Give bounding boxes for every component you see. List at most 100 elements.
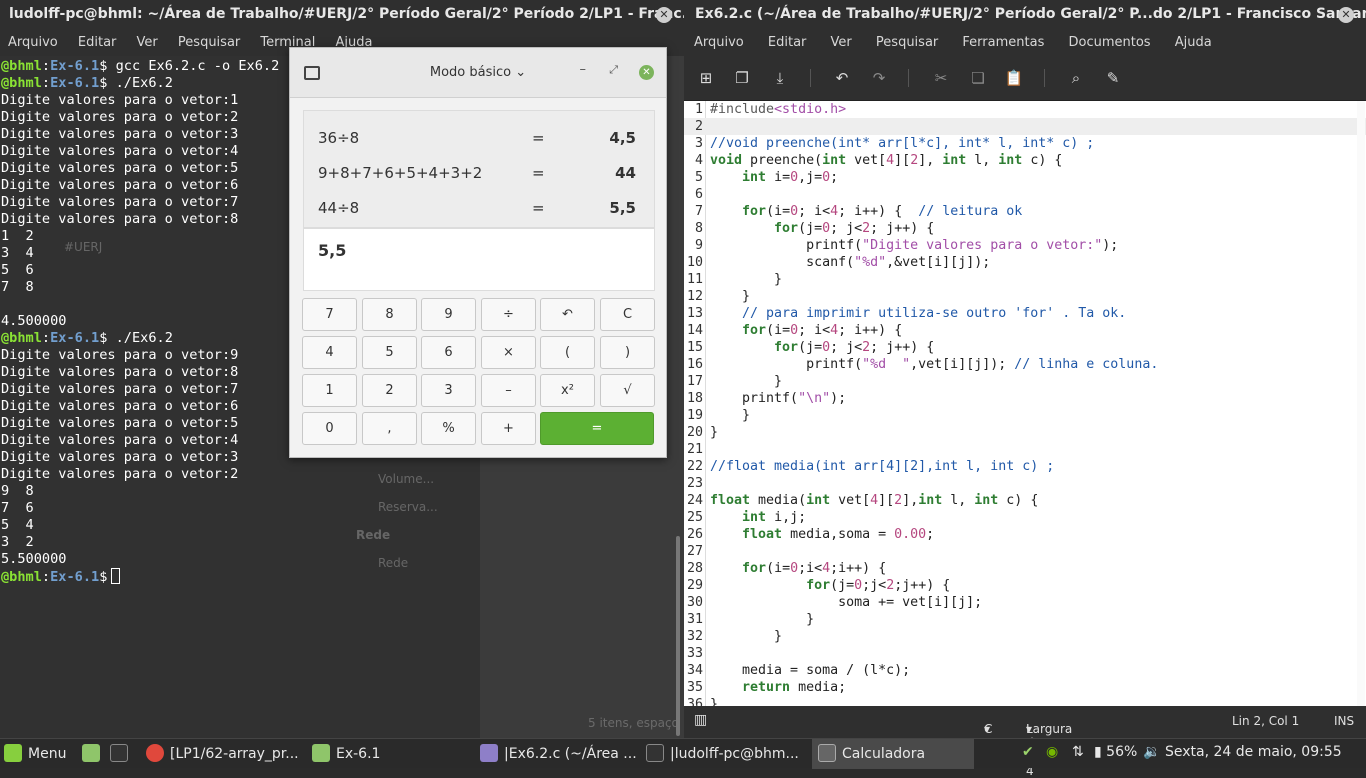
square-key[interactable]: x² [540, 374, 595, 407]
terminal-scrollbar[interactable] [676, 536, 680, 736]
percent-key[interactable]: % [421, 412, 476, 445]
task-calculator[interactable]: Calculadora [812, 739, 974, 769]
code-line[interactable]: 24 float media(int vet[4][2],int l, int c… [684, 492, 1366, 509]
code-line[interactable]: 14 for(i=0; i<4; i++) { [684, 322, 1366, 339]
code-line[interactable]: 31 } [684, 611, 1366, 628]
editor-menu-editar[interactable]: Editar [768, 35, 807, 50]
digit-9-key[interactable]: 9 [421, 298, 476, 331]
digit-0-key[interactable]: 0 [302, 412, 357, 445]
files-launcher[interactable] [82, 739, 106, 769]
editor-menu-pesquisar[interactable]: Pesquisar [876, 35, 938, 50]
code-line[interactable]: 21 [684, 441, 1366, 458]
task-browser[interactable]: [LP1/62-array_pr... [146, 739, 306, 769]
digit-1-key[interactable]: 1 [302, 374, 357, 407]
code-line[interactable]: 10 scanf("%d",&vet[i][j]); [684, 254, 1366, 271]
editor-menu-documentos[interactable]: Documentos [1068, 35, 1150, 50]
multiply-key[interactable]: × [481, 336, 536, 369]
redo-icon[interactable]: ↷ [869, 68, 889, 88]
code-line[interactable]: 30 soma += vet[i][j]; [684, 594, 1366, 611]
copy-icon[interactable]: ❏ [968, 68, 988, 88]
open-document-icon[interactable]: ❐ [732, 68, 752, 88]
code-line[interactable]: 18 printf("\n"); [684, 390, 1366, 407]
task-text-editor[interactable]: |Ex6.2.c (~/Área ... [480, 739, 640, 769]
code-line[interactable]: 35 return media; [684, 679, 1366, 696]
task-file-manager[interactable]: Ex-6.1 [312, 739, 472, 769]
replace-icon[interactable]: ✎ [1103, 68, 1123, 88]
subtract-key[interactable]: – [481, 374, 536, 407]
digit-4-key[interactable]: 4 [302, 336, 357, 369]
code-line[interactable]: 17 } [684, 373, 1366, 390]
terminal-menu-arquivo[interactable]: Arquivo [8, 35, 58, 50]
cut-icon[interactable]: ✂ [931, 68, 951, 88]
code-line[interactable]: 29 for(j=0;j<2;j++) { [684, 577, 1366, 594]
divide-key[interactable]: ÷ [481, 298, 536, 331]
nvidia-icon[interactable]: ◉ [1046, 739, 1068, 769]
terminal-menu-pesquisar[interactable]: Pesquisar [178, 35, 240, 50]
code-line[interactable]: 34 media = soma / (l*c); [684, 662, 1366, 679]
code-line[interactable]: 12 } [684, 288, 1366, 305]
code-line[interactable]: 11 } [684, 271, 1366, 288]
code-line[interactable]: 1 #include<stdio.h> [684, 101, 1366, 118]
sqrt-key[interactable]: √ [600, 374, 655, 407]
code-line[interactable]: 23 [684, 475, 1366, 492]
task-terminal[interactable]: |ludolff-pc@bhm... [646, 739, 806, 769]
backspace-key[interactable]: ↶ [540, 298, 595, 331]
code-line[interactable]: 19 } [684, 407, 1366, 424]
code-line[interactable]: 33 [684, 645, 1366, 662]
code-line[interactable]: 26 float media,soma = 0.00; [684, 526, 1366, 543]
code-line[interactable]: 32 } [684, 628, 1366, 645]
code-line[interactable]: 25 int i,j; [684, 509, 1366, 526]
code-line[interactable]: 9 printf("Digite valores para o vetor:")… [684, 237, 1366, 254]
editor-menu-ferramentas[interactable]: Ferramentas [962, 35, 1044, 50]
code-line[interactable]: 3 //void preenche(int* arr[l*c], int* l, … [684, 135, 1366, 152]
history-row[interactable]: 44÷8 = 5,5 [318, 191, 636, 226]
battery-indicator[interactable]: ▮ 56% [1094, 739, 1140, 769]
maximize-icon[interactable]: ⤢ [609, 63, 618, 77]
digit-8-key[interactable]: 8 [362, 298, 417, 331]
new-document-icon[interactable]: ⊞ [696, 68, 716, 88]
terminal-titlebar[interactable]: ludolff-pc@bhml: ~/Área de Trabalho/#UER… [0, 0, 684, 30]
clear-key[interactable]: C [600, 298, 655, 331]
code-line[interactable]: 13 // para imprimir utiliza-se outro 'fo… [684, 305, 1366, 322]
editor-menu-ver[interactable]: Ver [831, 35, 852, 50]
code-line[interactable]: 22 //float media(int arr[4][2],int l, int… [684, 458, 1366, 475]
shield-icon[interactable]: ✔ [1022, 739, 1042, 769]
code-line[interactable]: 8 for(j=0; j<2; j++) { [684, 220, 1366, 237]
editor-menu-ajuda[interactable]: Ajuda [1175, 35, 1212, 50]
code-line[interactable]: 4 void preenche(int vet[4][2], int l, int… [684, 152, 1366, 169]
minimize-icon[interactable]: – [580, 62, 587, 77]
history-row[interactable]: 9+8+7+6+5+4+3+2 = 44 [318, 156, 636, 191]
decimal-key[interactable]: , [362, 412, 417, 445]
add-key[interactable]: + [481, 412, 536, 445]
calculator-close-icon[interactable]: ✕ [639, 65, 654, 80]
terminal-close-icon[interactable]: ✕ [656, 7, 672, 23]
code-line[interactable]: 28 for(i=0;i<4;i++) { [684, 560, 1366, 577]
code-line[interactable]: 15 for(j=0; j<2; j++) { [684, 339, 1366, 356]
calculator-history[interactable]: 36÷8 = 4,5 9+8+7+6+5+4+3+2 = 44 44÷8 = 5… [303, 110, 655, 228]
save-icon[interactable]: ⤓ [770, 68, 790, 88]
terminal-menu-ver[interactable]: Ver [137, 35, 158, 50]
equals-key[interactable]: = [540, 412, 654, 445]
editor-titlebar[interactable]: Ex6.2.c (~/Área de Trabalho/#UERJ/2° Per… [684, 0, 1366, 30]
digit-2-key[interactable]: 2 [362, 374, 417, 407]
search-icon[interactable]: ⌕ [1066, 68, 1086, 88]
code-line[interactable]: 6 [684, 186, 1366, 203]
terminal-launcher[interactable] [110, 739, 134, 769]
code-line[interactable]: 16 printf("%d ",vet[i][j]); // linha e c… [684, 356, 1366, 373]
calculator-display[interactable]: 5,5 [303, 228, 655, 291]
code-line[interactable]: 5 int i=0,j=0; [684, 169, 1366, 186]
clock[interactable]: Sexta, 24 de maio, 09:55 [1165, 739, 1361, 769]
undo-icon[interactable]: ↶ [832, 68, 852, 88]
network-icon[interactable]: ⇅ [1072, 739, 1090, 769]
start-menu-button[interactable]: Menu [4, 739, 82, 769]
code-line[interactable]: 36} [684, 696, 1366, 706]
editor-scrollbar[interactable] [1357, 101, 1365, 706]
code-line[interactable]: 7 for(i=0; i<4; i++) { // leitura ok [684, 203, 1366, 220]
code-line[interactable]: 27 [684, 543, 1366, 560]
digit-6-key[interactable]: 6 [421, 336, 476, 369]
code-line[interactable]: 2 [684, 118, 1366, 135]
digit-7-key[interactable]: 7 [302, 298, 357, 331]
code-line[interactable]: 20} [684, 424, 1366, 441]
editor-menu-arquivo[interactable]: Arquivo [694, 35, 744, 50]
paste-icon[interactable]: 📋 [1004, 68, 1024, 88]
